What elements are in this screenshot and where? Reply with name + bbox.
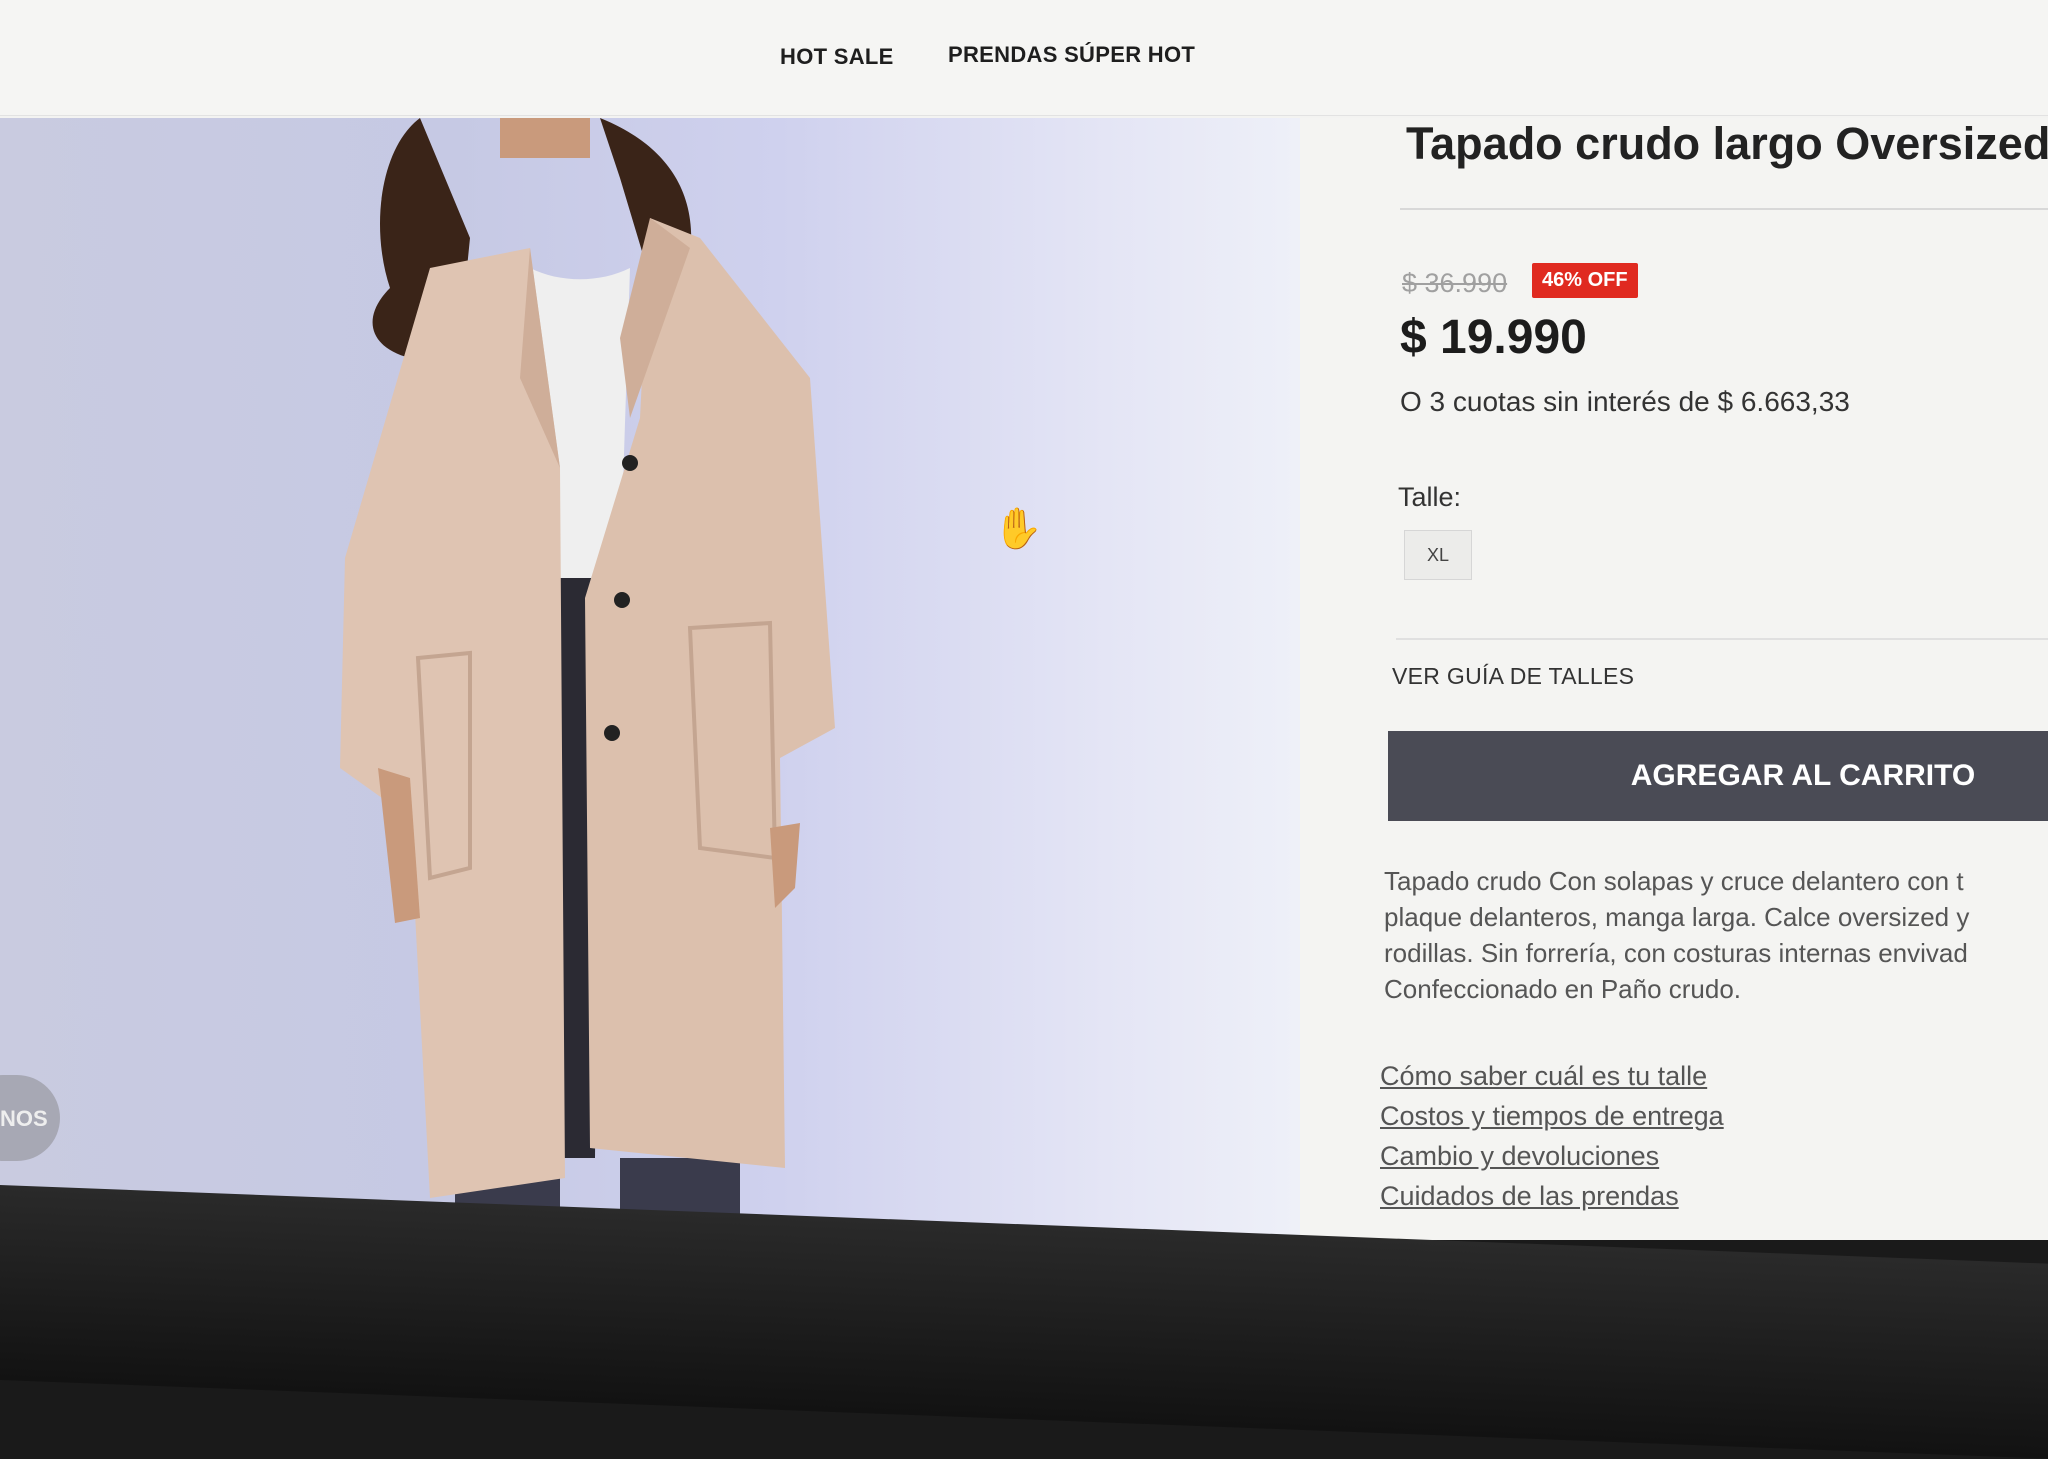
browser-screen: HOT SALE PRENDAS SÚPER HOT NOS ✋ Tapado …	[0, 0, 2048, 1240]
size-option-xl[interactable]: XL	[1404, 530, 1472, 580]
model-coat-illustration	[340, 118, 835, 1218]
divider	[1400, 208, 2048, 210]
size-label: Talle:	[1398, 482, 1462, 512]
link-size-help[interactable]: Cómo saber cuál es tu talle	[1380, 1056, 1724, 1096]
discount-badge: 46% OFF	[1532, 263, 1638, 298]
link-shipping[interactable]: Costos y tiempos de entrega	[1380, 1096, 1724, 1136]
divider	[1396, 638, 2048, 640]
nav-item-hot-sale[interactable]: HOT SALE	[780, 44, 894, 70]
installments-text: O 3 cuotas sin interés de $ 6.663,33	[1400, 386, 1850, 417]
size-guide-link[interactable]: VER GUÍA DE TALLES	[1392, 663, 1634, 690]
current-price: $ 19.990	[1400, 311, 1587, 364]
add-to-cart-button[interactable]: AGREGAR AL CARRITO	[1388, 731, 2048, 821]
product-image[interactable]	[0, 118, 1300, 1240]
nav-item-prendas-super-hot[interactable]: PRENDAS SÚPER HOT	[948, 42, 1195, 68]
link-care[interactable]: Cuidados de las prendas	[1380, 1176, 1724, 1216]
hand-pointer-icon: ✋	[993, 507, 1043, 551]
old-price: $ 36.990	[1402, 268, 1508, 298]
info-links: Cómo saber cuál es tu talle Costos y tie…	[1380, 1056, 1724, 1216]
product-info-panel: Tapado crudo largo Oversized $ 36.990 46…	[1300, 118, 2048, 1240]
product-description: Tapado crudo Con solapas y cruce delante…	[1384, 866, 1970, 1004]
link-returns[interactable]: Cambio y devoluciones	[1380, 1136, 1724, 1176]
whatsapp-label[interactable]: NOS	[0, 1106, 48, 1132]
product-title: Tapado crudo largo Oversized	[1406, 118, 2048, 169]
top-navigation: HOT SALE PRENDAS SÚPER HOT	[0, 0, 2048, 116]
